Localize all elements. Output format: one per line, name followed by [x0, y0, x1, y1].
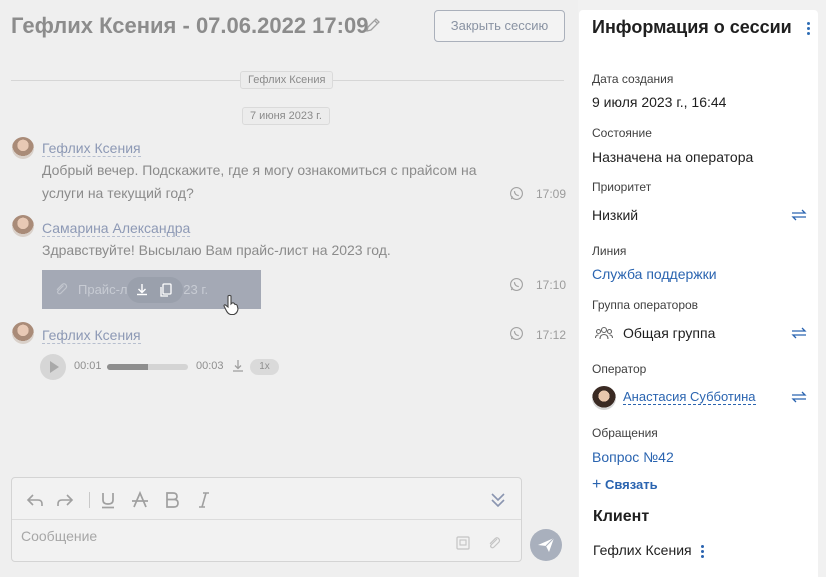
request-link[interactable]: Вопрос №42 [592, 449, 674, 465]
requests-label: Обращения [592, 426, 658, 440]
collapse-icon[interactable] [488, 490, 508, 510]
message-input[interactable]: Сообщение [21, 528, 97, 544]
copy-icon[interactable] [157, 281, 175, 299]
operator-link[interactable]: Анастасия Субботина [623, 389, 756, 405]
participant-chip: Гефлих Ксения [240, 71, 334, 89]
message-time: 17:10 [536, 278, 567, 292]
message-composer: Сообщение [11, 477, 522, 562]
send-button[interactable] [530, 529, 562, 561]
audio-player: 00:01 00:03 1x [40, 354, 290, 380]
strikethrough-icon[interactable] [130, 490, 150, 510]
swap-icon[interactable] [791, 209, 807, 221]
avatar [12, 322, 34, 344]
underline-icon[interactable] [98, 490, 118, 510]
avatar [12, 137, 34, 159]
message-sender[interactable]: Самарина Александра [42, 220, 191, 237]
audio-progress-track[interactable] [107, 364, 188, 370]
play-icon [50, 361, 59, 373]
link-request-label: Связать [604, 477, 658, 492]
operator-label: Оператор [592, 362, 647, 376]
audio-duration: 00:03 [196, 360, 224, 372]
link-request-button[interactable]: + Связать [592, 476, 658, 494]
toolbar-divider [89, 492, 90, 508]
swap-icon[interactable] [791, 327, 807, 339]
created-label: Дата создания [592, 72, 674, 86]
client-section-title: Клиент [593, 508, 650, 525]
message-sender[interactable]: Гефлих Ксения [42, 140, 141, 157]
group-icon [595, 326, 613, 340]
message-time: 17:12 [536, 328, 567, 342]
plus-icon: + [592, 476, 602, 493]
undo-icon[interactable] [25, 490, 45, 510]
bold-icon[interactable] [162, 490, 182, 510]
created-value: 9 июля 2023 г., 16:44 [592, 94, 727, 110]
hand-cursor-icon [223, 294, 239, 316]
paper-plane-icon [538, 537, 555, 552]
formatting-toolbar [12, 478, 521, 520]
operator-avatar [592, 386, 616, 410]
whatsapp-icon [510, 327, 523, 340]
group-label: Группа операторов [592, 298, 699, 312]
attach-icon[interactable] [486, 535, 502, 551]
line-label: Линия [592, 244, 627, 258]
line-link[interactable]: Служба поддержки [592, 266, 717, 282]
italic-icon[interactable] [194, 490, 214, 510]
attachment-actions [127, 277, 183, 303]
avatar [12, 215, 34, 237]
state-label: Состояние [592, 126, 652, 140]
template-icon[interactable] [455, 535, 471, 551]
message-sender[interactable]: Гефлих Ксения [42, 327, 141, 344]
client-name: Гефлих Ксения [593, 542, 692, 558]
message-text: Добрый вечер. Подскажите, где я могу озн… [42, 162, 477, 201]
pencil-icon[interactable] [364, 16, 382, 34]
session-info-panel: Информация о сессии Дата создания 9 июля… [579, 10, 818, 577]
session-title: Гефлих Ксения - 07.06.2022 17:09 [11, 13, 369, 38]
message-time: 17:09 [536, 187, 567, 201]
state-value: Назначена на оператора [592, 149, 754, 165]
panel-title: Информация о сессии [592, 17, 792, 37]
message-text: Здравствуйте! Высылаю Вам прайс-лист на … [42, 242, 391, 258]
more-options-icon[interactable] [807, 22, 811, 36]
download-icon[interactable] [133, 281, 151, 299]
whatsapp-icon [510, 187, 523, 200]
download-icon[interactable] [230, 358, 246, 374]
playback-speed-button[interactable]: 1x [250, 359, 279, 375]
audio-progress-fill [107, 364, 148, 370]
swap-icon[interactable] [791, 391, 807, 403]
priority-label: Приоритет [592, 180, 652, 194]
priority-value: Низкий [592, 207, 639, 223]
redo-icon[interactable] [55, 490, 75, 510]
paperclip-icon [56, 283, 68, 295]
client-options-icon[interactable] [701, 545, 705, 559]
whatsapp-icon [510, 278, 523, 291]
chat-area: Гефлих Ксения - 07.06.2022 17:09 Закрыть… [0, 0, 578, 577]
date-chip: 7 июня 2023 г. [242, 107, 330, 125]
group-value: Общая группа [623, 325, 716, 341]
play-button[interactable] [40, 354, 66, 380]
close-session-button[interactable]: Закрыть сессию [434, 10, 565, 42]
audio-current-time: 00:01 [74, 360, 102, 372]
